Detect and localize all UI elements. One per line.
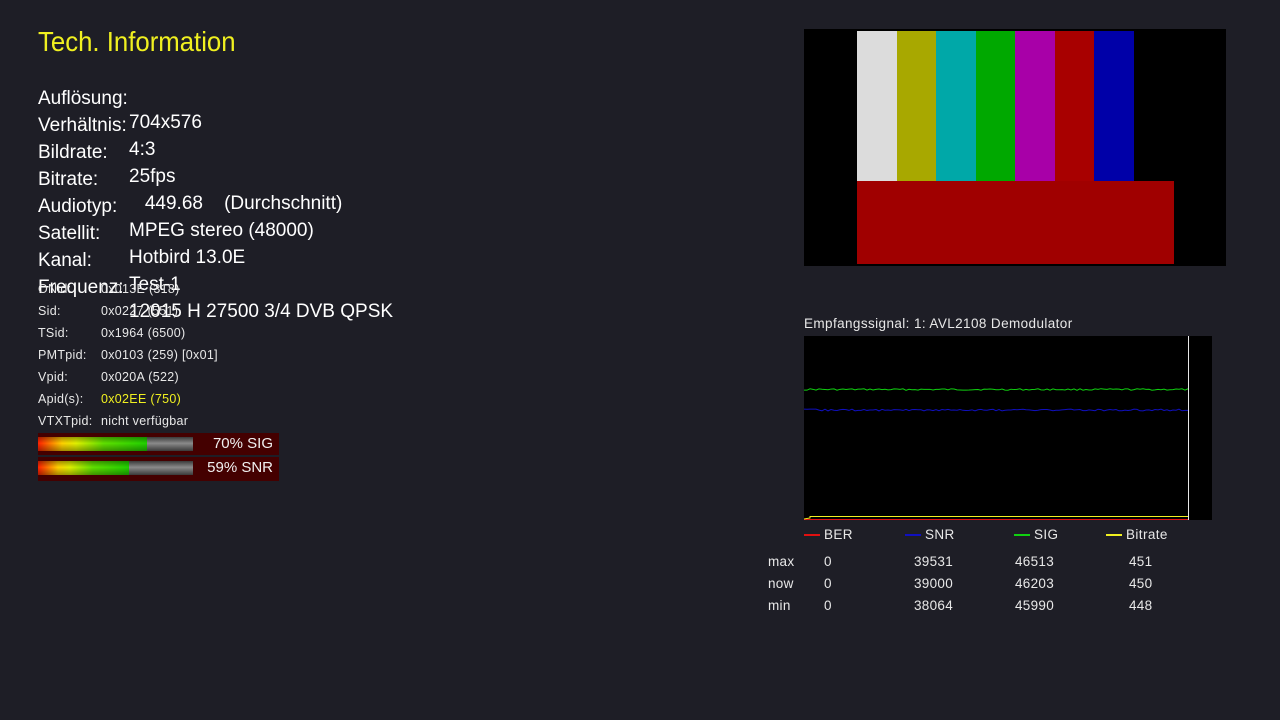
- pid-value: 0x1964 (6500): [101, 326, 186, 340]
- stats-cell: 46203: [1015, 576, 1055, 591]
- legend-label: Bitrate: [1126, 527, 1168, 542]
- color-bar: [975, 31, 1016, 183]
- stats-cell: 451: [1129, 554, 1153, 569]
- pid-value: 0x02EE (750): [101, 392, 182, 406]
- pid-label: ONid:: [38, 282, 72, 296]
- info-label: Audiotyp:: [38, 196, 118, 217]
- legend-item-bitrate: Bitrate: [1106, 526, 1168, 544]
- pid-label: Apid(s):: [38, 392, 84, 406]
- info-label: Verhältnis:: [38, 115, 127, 136]
- signal-graph: [804, 336, 1212, 520]
- color-bar: [896, 31, 937, 183]
- snr-meter-fill: [38, 461, 130, 475]
- info-value: Hotbird 13.0E: [129, 247, 246, 268]
- video-preview: [804, 29, 1226, 266]
- info-label: Auflösung:: [38, 88, 128, 109]
- sig-meter-fill: [38, 437, 147, 451]
- legend-item-snr: SNR: [905, 526, 955, 544]
- info-value: 449.68 (Durchschnitt): [129, 193, 343, 214]
- snr-trace: [804, 408, 1189, 412]
- stats-cell: 39000: [914, 576, 954, 591]
- info-row-frequency: Frequenz: 12015 H 27500 3/4 DVB QPSK: [38, 252, 393, 322]
- snr-meter: 59% SNR: [38, 457, 279, 481]
- info-value: 4:3: [129, 139, 156, 160]
- pid-value: 0x0103 (259) [0x01]: [101, 348, 218, 362]
- color-bar: [857, 31, 897, 183]
- stats-cell: 38064: [914, 598, 954, 613]
- legend-item-ber: BER: [804, 526, 853, 544]
- color-bar: [1054, 31, 1095, 183]
- bitrate-trace: [804, 516, 1188, 520]
- sig-meter-label: 70% SIG: [212, 435, 273, 452]
- legend-label: SNR: [925, 527, 955, 542]
- stats-cell: 0: [824, 598, 832, 613]
- info-row-aspect: Verhältnis: 4:3: [38, 90, 155, 160]
- stats-cell: 448: [1129, 598, 1153, 613]
- info-value: 25fps: [129, 166, 176, 187]
- pid-value: nicht verfügbar: [101, 414, 189, 428]
- snr-meter-track: [38, 461, 193, 475]
- stats-cell: 39531: [914, 554, 954, 569]
- info-row-channel: Kanal: Test-1: [38, 225, 181, 295]
- pid-label: Sid:: [38, 304, 61, 318]
- pid-value: 0x020A (522): [101, 370, 179, 384]
- pid-label: PMTpid:: [38, 348, 87, 362]
- stats-cell: 450: [1129, 576, 1153, 591]
- info-row-audiotype: Audiotyp: MPEG stereo (48000): [38, 171, 314, 241]
- stats-label-now: now: [768, 576, 794, 591]
- color-bar: [936, 31, 976, 183]
- sig-meter: 70% SIG: [38, 433, 279, 455]
- legend-item-sig: SIG: [1014, 526, 1058, 544]
- color-bar: [1133, 31, 1174, 183]
- pid-label: Vpid:: [38, 370, 68, 384]
- legend-swatch: [905, 534, 921, 537]
- stats-label-min: min: [768, 598, 791, 613]
- pid-value: 0x0227 (551): [101, 304, 179, 318]
- legend-swatch: [1014, 534, 1030, 537]
- info-row-satellite: Satellit: Hotbird 13.0E: [38, 198, 245, 268]
- page-title: Tech. Information: [38, 26, 236, 57]
- info-value: MPEG stereo (48000): [129, 220, 314, 241]
- graph-title: Empfangssignal: 1: AVL2108 Demodulator: [804, 316, 1073, 331]
- stats-cell: 45990: [1015, 598, 1055, 613]
- stats-cell: 0: [824, 576, 832, 591]
- pid-label: TSid:: [38, 326, 69, 340]
- info-row-bitrate: Bitrate: 449.68 (Durchschnitt): [38, 144, 342, 214]
- color-bar: [1015, 31, 1055, 183]
- stats-cell: 46513: [1015, 554, 1055, 569]
- legend-label: BER: [824, 527, 853, 542]
- sig-trace: [804, 388, 1189, 391]
- legend-swatch: [804, 534, 820, 537]
- stats-cell: 0: [824, 554, 832, 569]
- pid-label: VTXTpid:: [38, 414, 93, 428]
- color-bar: [1094, 31, 1134, 183]
- sig-meter-track: [38, 437, 193, 451]
- pid-value: 0x013E (318): [101, 282, 180, 296]
- stats-label-max: max: [768, 554, 795, 569]
- info-row-framerate: Bildrate: 25fps: [38, 117, 175, 187]
- legend-label: SIG: [1034, 527, 1059, 542]
- snr-meter-label: 59% SNR: [207, 459, 273, 476]
- color-bar-bottom: [857, 181, 1174, 264]
- info-row-resolution: Auflösung: 704x576: [38, 63, 202, 133]
- info-value: 704x576: [129, 112, 202, 133]
- legend-swatch: [1106, 534, 1122, 537]
